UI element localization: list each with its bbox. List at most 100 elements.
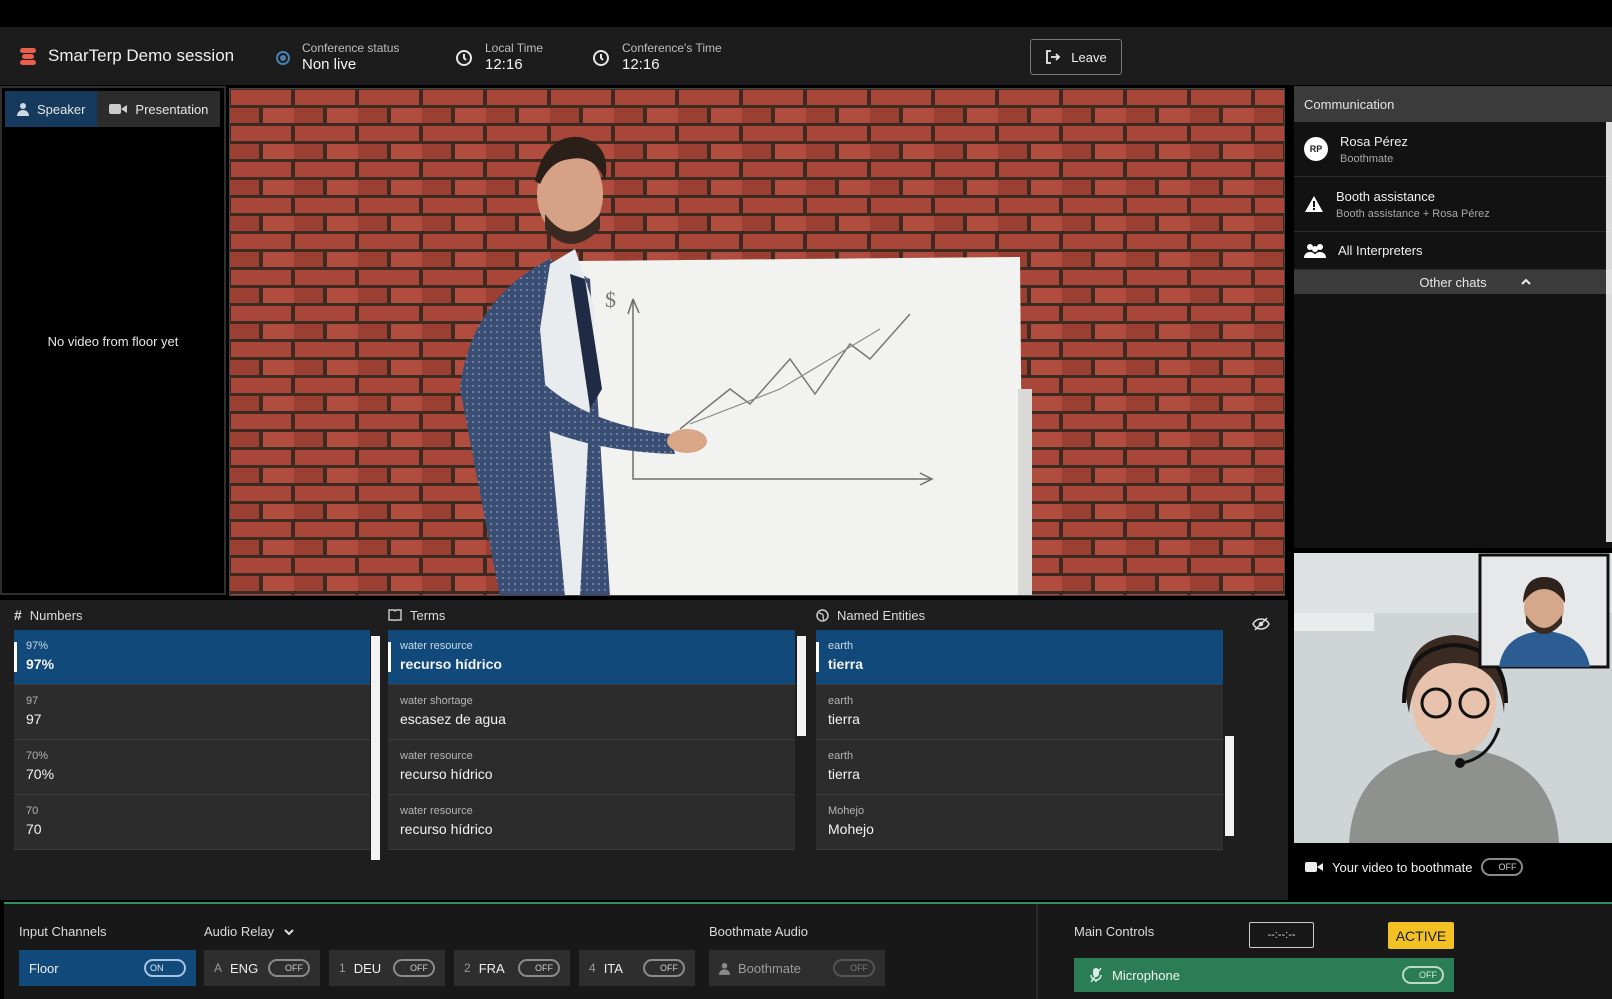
chat-item-all-interpreters[interactable]: All Interpreters <box>1294 232 1612 270</box>
terms-column: Terms water resource recurso hídrico wat… <box>388 600 808 850</box>
item-source: 97% <box>26 640 49 652</box>
boothmate-video <box>1294 553 1612 843</box>
item-target: 97% <box>26 656 55 672</box>
no-video-message: No video from floor yet <box>47 334 179 349</box>
floor-switch[interactable]: ON <box>144 959 186 977</box>
item-target: Mohejo <box>828 821 874 837</box>
item-target: 70 <box>26 821 42 837</box>
list-item[interactable]: 97 97 <box>14 685 370 740</box>
active-status-badge: ACTIVE <box>1388 922 1454 949</box>
top-bar: SmarTerp Demo session Conference status … <box>0 27 1612 85</box>
numbers-column: # Numbers 97% 97% 97 97 70% 70% 70 70 <box>14 600 380 860</box>
conference-status-value: Non live <box>302 56 357 73</box>
item-target: 97 <box>26 711 42 727</box>
channel-number: 1 <box>339 961 346 975</box>
local-time-label: Local Time <box>485 41 544 55</box>
channel-switch[interactable]: OFF <box>643 959 685 977</box>
list-item[interactable]: water shortage escasez de agua <box>388 685 795 740</box>
boothmate-label: Boothmate <box>738 960 801 976</box>
video-to-boothmate-toggle[interactable]: Your video to boothmate OFF <box>1305 858 1524 876</box>
item-target: 70% <box>26 766 55 782</box>
entities-scrollbar[interactable] <box>1225 736 1234 836</box>
chat-item-boothmate[interactable]: RP Rosa Pérez Boothmate <box>1294 122 1612 177</box>
item-source: earth <box>828 640 854 652</box>
channel-code: DEU <box>353 960 382 976</box>
floor-channel-toggle[interactable]: Floor ON <box>19 950 196 986</box>
tab-presentation[interactable]: Presentation <box>97 91 221 127</box>
communication-scrollbar[interactable] <box>1606 122 1612 542</box>
microphone-switch[interactable]: OFF <box>1402 966 1444 984</box>
item-source: 70 <box>26 805 39 817</box>
list-item[interactable]: 97% 97% <box>14 630 370 685</box>
video-to-boothmate-label: Your video to boothmate <box>1332 859 1473 875</box>
channel-code: FRA <box>478 960 505 976</box>
group-icon <box>1304 243 1326 258</box>
relay-channel-ita[interactable]: 4 ITA OFF <box>579 950 695 986</box>
list-item[interactable]: earth tierra <box>816 685 1223 740</box>
other-chats-toggle[interactable]: Other chats <box>1294 270 1612 294</box>
smarterp-logo-icon <box>20 47 36 65</box>
channel-number: 4 <box>589 961 596 975</box>
leave-label: Leave <box>1071 49 1107 65</box>
chat-subtitle: Booth assistance + Rosa Pérez <box>1336 207 1490 220</box>
item-source: 97 <box>26 695 39 707</box>
chat-item-booth-assistance[interactable]: Booth assistance Booth assistance + Rosa… <box>1294 177 1612 232</box>
item-target: recurso hídrico <box>400 656 502 672</box>
warning-icon <box>1305 196 1323 212</box>
chat-name: Rosa Pérez <box>1340 133 1408 149</box>
item-target: tierra <box>828 656 864 672</box>
item-source: earth <box>828 695 854 707</box>
channel-code: ITA <box>603 960 623 976</box>
item-source: earth <box>828 750 854 762</box>
numbers-title: Numbers <box>29 607 83 623</box>
numbers-header: # Numbers <box>14 600 380 630</box>
relay-channel-deu[interactable]: 1 DEU OFF <box>329 950 445 986</box>
relay-channel-eng[interactable]: A ENG OFF <box>204 950 320 986</box>
list-item[interactable]: 70% 70% <box>14 740 370 795</box>
local-time-value: 12:16 <box>485 56 523 73</box>
floor-label: Floor <box>29 960 59 976</box>
list-item[interactable]: Mohejo Mohejo <box>816 795 1223 850</box>
microphone-toggle[interactable]: Microphone OFF <box>1074 958 1454 992</box>
relay-channel-fra[interactable]: 2 FRA OFF <box>454 950 570 986</box>
list-item[interactable]: 70 70 <box>14 795 370 850</box>
item-source: water resource <box>400 805 473 817</box>
boothmate-audio-toggle[interactable]: Boothmate OFF <box>709 950 885 986</box>
numbers-scrollbar[interactable] <box>371 636 380 860</box>
communication-panel: Communication RP Rosa Pérez Boothmate Bo… <box>1294 86 1612 548</box>
list-item[interactable]: water resource recurso hídrico <box>388 630 795 685</box>
tab-speaker[interactable]: Speaker <box>5 91 98 127</box>
boothmate-video-image <box>1294 553 1612 843</box>
item-source: water resource <box>400 640 473 652</box>
video-camera-icon <box>109 104 128 114</box>
clock-icon <box>456 49 472 66</box>
audio-relay-dropdown[interactable]: Audio Relay <box>204 924 294 939</box>
list-item[interactable]: earth tierra <box>816 740 1223 795</box>
video-toggle-switch[interactable]: OFF <box>1481 858 1524 876</box>
terms-title: Terms <box>410 607 446 623</box>
channel-switch[interactable]: OFF <box>393 959 435 977</box>
item-target: tierra <box>828 766 860 782</box>
leave-button[interactable]: Leave <box>1030 39 1122 75</box>
session-timer: --:--:-- <box>1249 922 1314 948</box>
microphone-off-icon <box>1090 967 1102 983</box>
channel-switch[interactable]: OFF <box>268 959 310 977</box>
terms-scrollbar[interactable] <box>797 636 806 736</box>
eye-off-icon[interactable] <box>1252 617 1270 631</box>
boothmate-switch[interactable]: OFF <box>833 959 875 977</box>
chevron-down-icon <box>284 928 294 935</box>
list-item[interactable]: earth tierra <box>816 630 1223 685</box>
item-target: recurso hídrico <box>400 766 493 782</box>
channel-switch[interactable]: OFF <box>518 959 560 977</box>
item-source: water resource <box>400 750 473 762</box>
item-target: tierra <box>828 711 860 727</box>
floor-video-panel: Speaker Presentation No video from floor… <box>0 86 226 595</box>
chevron-up-icon <box>1521 278 1531 285</box>
other-chats-label: Other chats <box>1419 274 1487 290</box>
video-tabs: Speaker Presentation <box>5 91 221 127</box>
book-icon <box>388 609 402 621</box>
chat-name: Booth assistance <box>1336 188 1436 204</box>
list-item[interactable]: water resource recurso hídrico <box>388 740 795 795</box>
list-item[interactable]: water resource recurso hídrico <box>388 795 795 850</box>
item-source: 70% <box>26 750 49 762</box>
